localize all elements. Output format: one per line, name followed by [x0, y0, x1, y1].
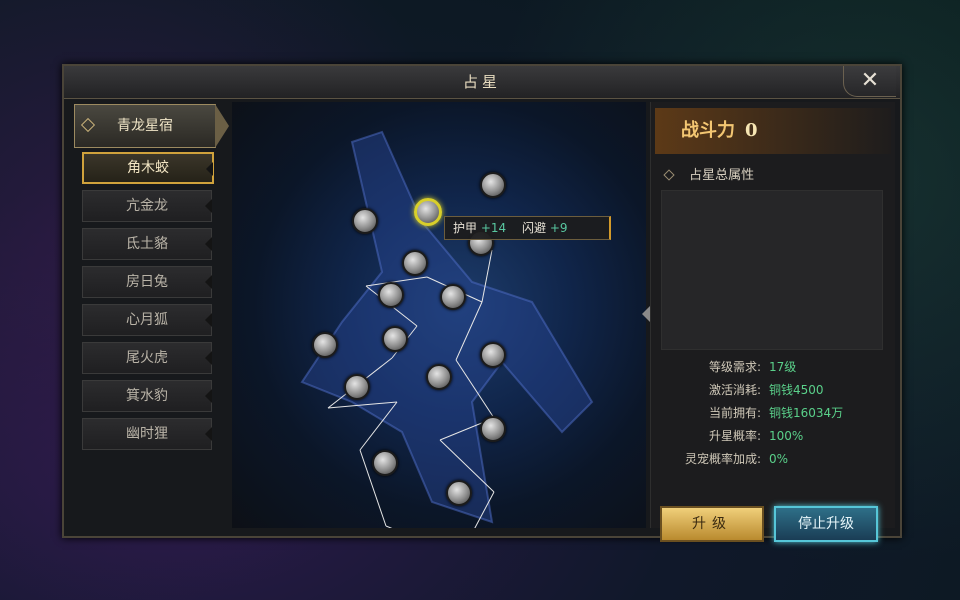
- tooltip-value-2: +9: [549, 221, 568, 235]
- diamond-icon: [80, 117, 96, 133]
- star-list: 角木蛟 亢金龙 氐土貉 房日兔 心月狐 尾火虎 箕水豹 幽时狸: [82, 152, 214, 456]
- star-item-5[interactable]: 尾火虎: [82, 342, 212, 374]
- star-item-2[interactable]: 氐土貉: [82, 228, 212, 260]
- dragon-silhouette: [300, 130, 594, 524]
- diamond-bullet-icon: [663, 169, 675, 181]
- stop-upgrade-button[interactable]: 停止升级: [774, 506, 878, 542]
- star-item-0[interactable]: 角木蛟: [82, 152, 214, 184]
- node-attribute-tooltip: 护甲 +14 闪避 +9: [444, 216, 611, 240]
- level-requirement-value: 17级: [769, 360, 797, 374]
- star-node-11[interactable]: [426, 364, 452, 390]
- tooltip-value-1: +14: [480, 221, 507, 235]
- window-title: 占星: [64, 66, 900, 99]
- star-node-6[interactable]: [378, 282, 404, 308]
- constellation-board: 护甲 +14 闪避 +9: [232, 102, 646, 528]
- activation-cost-value: 铜钱4500: [769, 383, 824, 397]
- star-node-13[interactable]: [480, 416, 506, 442]
- constellation-sidebar: 青龙星宿 角木蛟 亢金龙 氐土貉 房日兔 心月狐 尾火虎 箕水豹 幽时狸: [70, 102, 230, 528]
- upgrade-rate-label: 升星概率:: [708, 429, 761, 443]
- star-node-8[interactable]: [382, 326, 408, 352]
- upgrade-rate-value: 100%: [769, 429, 804, 443]
- pet-rate-bonus-value: 0%: [769, 452, 789, 466]
- total-attributes-title: 占星总属性: [689, 168, 755, 183]
- pet-rate-bonus-label: 灵宠概率加成:: [684, 452, 761, 466]
- collapse-arrow-icon[interactable]: [642, 306, 650, 322]
- level-requirement-row: 等级需求: 17级: [651, 356, 895, 379]
- activation-cost-label: 激活消耗:: [708, 383, 761, 397]
- star-item-1[interactable]: 亢金龙: [82, 190, 212, 222]
- activation-cost-row: 激活消耗: 铜钱4500: [651, 379, 895, 402]
- battle-power-label: 战斗力: [681, 120, 735, 141]
- level-requirement-label: 等级需求:: [708, 360, 761, 374]
- star-node-14[interactable]: [372, 450, 398, 476]
- pet-rate-bonus-row: 灵宠概率加成: 0%: [651, 448, 895, 471]
- star-node-15[interactable]: [446, 480, 472, 506]
- star-item-3[interactable]: 房日兔: [82, 266, 212, 298]
- upgrade-button[interactable]: 升级: [660, 506, 764, 542]
- star-node-9[interactable]: [312, 332, 338, 358]
- tooltip-label-1: 护甲: [453, 221, 478, 235]
- constellation-group-label: 青龙星宿: [117, 118, 173, 134]
- battle-power-value: 0: [745, 120, 758, 141]
- star-node-10[interactable]: [480, 342, 506, 368]
- current-owned-label: 当前拥有:: [708, 406, 761, 420]
- star-node-5[interactable]: [402, 250, 428, 276]
- current-owned-row: 当前拥有: 铜钱16034万: [651, 402, 895, 425]
- star-node-2[interactable]: [480, 172, 506, 198]
- star-item-4[interactable]: 心月狐: [82, 304, 212, 336]
- constellation-lines: [300, 130, 594, 528]
- constellation-group-tab[interactable]: 青龙星宿: [74, 104, 229, 148]
- total-attributes-header: 占星总属性: [663, 164, 755, 183]
- upgrade-rate-row: 升星概率: 100%: [651, 425, 895, 448]
- star-node-12[interactable]: [344, 374, 370, 400]
- battle-power: 战斗力 0: [655, 108, 891, 154]
- tooltip-label-2: 闪避: [522, 221, 547, 235]
- astrology-window: 占星 ✕ 青龙星宿 角木蛟 亢金龙 氐土貉 房日兔 心月狐 尾火虎 箕水豹 幽时…: [62, 64, 902, 542]
- attributes-box: [661, 190, 883, 350]
- star-node-7[interactable]: [440, 284, 466, 310]
- star-node-1[interactable]: [414, 198, 442, 226]
- star-node-3[interactable]: [352, 208, 378, 234]
- upgrade-info: 等级需求: 17级 激活消耗: 铜钱4500 当前拥有: 铜钱16034万 升星概率:…: [651, 356, 895, 471]
- info-panel: 战斗力 0 占星总属性 等级需求: 17级 激活消耗: 铜钱4500 当前拥有: 铜钱1…: [650, 102, 895, 528]
- star-item-6[interactable]: 箕水豹: [82, 380, 212, 412]
- star-item-7[interactable]: 幽时狸: [82, 418, 212, 450]
- close-button[interactable]: ✕: [843, 66, 896, 97]
- current-owned-value: 铜钱16034万: [769, 406, 844, 420]
